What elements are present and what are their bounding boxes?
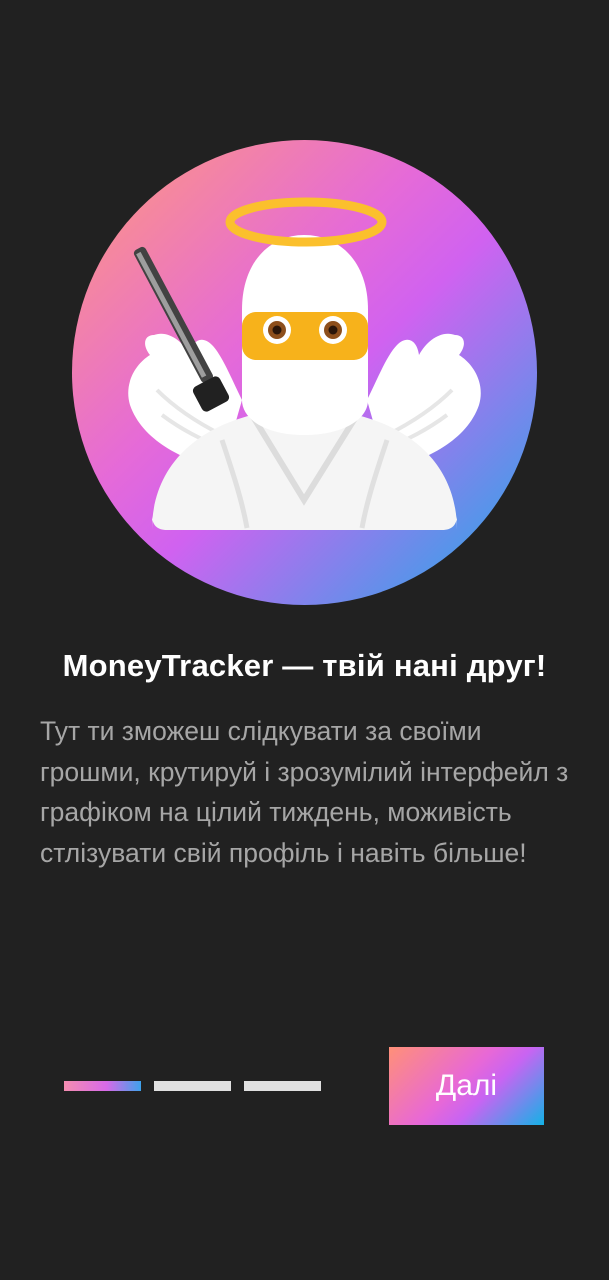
- next-button[interactable]: Далі: [389, 1047, 544, 1125]
- page-indicator-dot-active: [64, 1081, 141, 1091]
- page-indicator: [64, 1081, 321, 1091]
- page-title: MoneyTracker — твій нані друг!: [62, 648, 547, 683]
- angel-ninja-illustration: [72, 140, 537, 605]
- page-indicator-dot: [244, 1081, 321, 1091]
- page-description: Тут ти зможеш слідкувати за своїми грошм…: [40, 716, 569, 868]
- onboarding-screen: MoneyTracker — твій нані друг! Тут ти зм…: [0, 0, 609, 1280]
- page-indicator-dot: [154, 1081, 231, 1091]
